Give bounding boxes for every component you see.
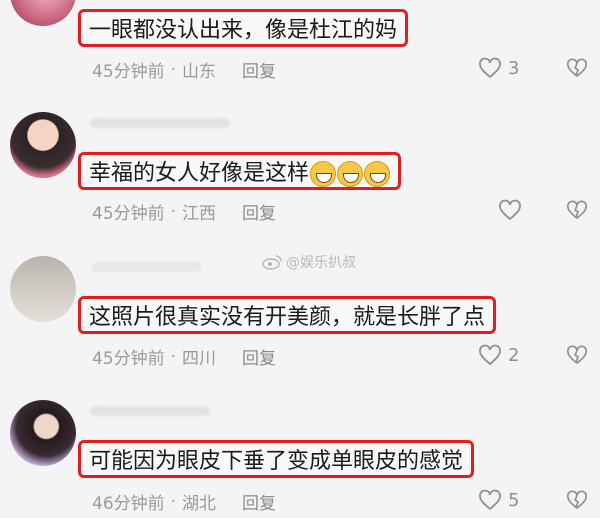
grinning-face-icon — [310, 161, 337, 187]
broken-heart-icon[interactable] — [566, 344, 588, 366]
heart-outline-icon — [479, 344, 501, 366]
comment-meta: 45分钟前 · 江西 回复 — [92, 199, 276, 225]
reply-button[interactable]: 回复 — [242, 57, 276, 82]
watermark: @娱乐扒叔 — [262, 252, 356, 272]
broken-heart-icon[interactable] — [566, 57, 588, 79]
comment-time: 46分钟前 — [92, 494, 165, 514]
blurred-username — [90, 406, 210, 416]
like-count: 5 — [508, 489, 520, 511]
blurred-username — [92, 262, 202, 272]
grinning-face-icon — [364, 161, 391, 187]
like-button[interactable]: 5 — [478, 489, 519, 511]
like-button[interactable]: 3 — [478, 57, 519, 79]
weibo-icon — [262, 255, 282, 270]
separator: · — [170, 59, 177, 80]
comment-text: 可能因为眼皮下垂了变成单眼皮的感觉 — [78, 440, 475, 478]
comment-meta: 46分钟前 · 湖北 回复 — [92, 489, 276, 515]
heart-outline-icon — [499, 199, 521, 221]
comment-location: 江西 — [182, 204, 217, 224]
comment-time: 45分钟前 — [92, 62, 165, 82]
avatar[interactable] — [10, 256, 76, 322]
separator: · — [170, 346, 177, 367]
watermark-text: @娱乐扒叔 — [286, 255, 356, 271]
reply-button[interactable]: 回复 — [242, 199, 276, 224]
like-button[interactable] — [498, 199, 528, 221]
reply-button[interactable]: 回复 — [242, 344, 276, 369]
comment-text: 这照片很真实没有开美颜，就是长胖了点 — [78, 296, 497, 334]
grinning-face-icon — [337, 161, 364, 187]
avatar[interactable] — [10, 112, 76, 178]
broken-heart-icon[interactable] — [566, 199, 588, 221]
broken-heart-icon[interactable] — [566, 489, 588, 511]
separator: · — [170, 201, 177, 222]
like-count: 3 — [508, 57, 520, 79]
like-count: 2 — [508, 344, 520, 366]
comment-location: 山东 — [182, 62, 217, 82]
comment-text: 幸福的女人好像是这样 — [78, 152, 402, 190]
avatar[interactable] — [10, 0, 76, 26]
comment-time: 45分钟前 — [92, 204, 165, 224]
avatar[interactable] — [10, 400, 76, 466]
separator: · — [170, 491, 177, 512]
heart-outline-icon — [479, 57, 501, 79]
like-button[interactable]: 2 — [478, 344, 519, 366]
reply-button[interactable]: 回复 — [242, 489, 276, 514]
comment-location: 四川 — [182, 349, 217, 369]
comment-location: 湖北 — [182, 494, 217, 514]
blurred-username — [90, 118, 230, 128]
comment-text: 一眼都没认出来，像是杜江的妈 — [78, 9, 409, 47]
comment-time: 45分钟前 — [92, 349, 165, 369]
comment-meta: 45分钟前 · 山东 回复 — [92, 57, 276, 83]
heart-outline-icon — [479, 489, 501, 511]
comment-meta: 45分钟前 · 四川 回复 — [92, 344, 276, 370]
